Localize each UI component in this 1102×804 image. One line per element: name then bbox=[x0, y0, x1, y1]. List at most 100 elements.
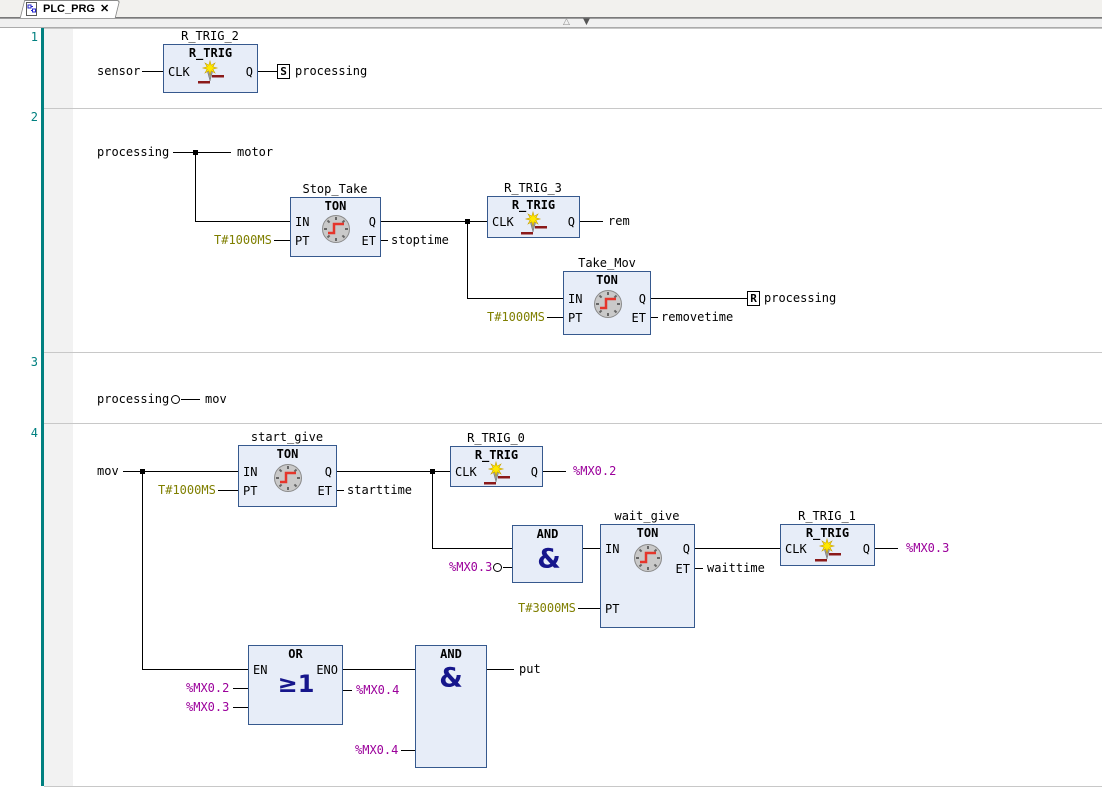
instance-label-start-give[interactable]: start_give bbox=[251, 430, 323, 444]
pou-fbd-icon bbox=[26, 2, 38, 16]
fb-and-1[interactable]: AND & bbox=[512, 525, 583, 583]
wire bbox=[467, 298, 563, 299]
operand-waittime[interactable]: waittime bbox=[707, 560, 765, 576]
operand-stoptime[interactable]: stoptime bbox=[391, 232, 449, 248]
pin-clk: CLK bbox=[492, 214, 514, 230]
wire bbox=[432, 471, 433, 548]
negation-circle[interactable] bbox=[493, 563, 502, 572]
instance-label-r-trig-3[interactable]: R_TRIG_3 bbox=[504, 181, 562, 195]
literal-pt[interactable]: T#1000MS bbox=[158, 482, 216, 498]
operand-sensor[interactable]: sensor bbox=[97, 63, 140, 79]
literal-pt[interactable]: T#3000MS bbox=[518, 600, 576, 616]
operand-starttime[interactable]: starttime bbox=[347, 482, 412, 498]
wire bbox=[381, 221, 487, 222]
pin-in: IN bbox=[243, 464, 257, 480]
fb-stop-take-ton[interactable]: TON IN PT Q ET bbox=[290, 197, 381, 257]
operand-put[interactable]: put bbox=[519, 661, 541, 677]
negation-circle[interactable] bbox=[171, 395, 180, 404]
operand-processing[interactable]: processing bbox=[97, 391, 169, 407]
network-number-3[interactable]: 3 bbox=[2, 355, 38, 369]
instance-label-r-trig-2[interactable]: R_TRIG_2 bbox=[181, 29, 239, 43]
operand-processing[interactable]: processing bbox=[764, 290, 836, 306]
wire bbox=[142, 669, 248, 670]
timer-clock-icon bbox=[270, 460, 306, 496]
pin-en: EN bbox=[253, 662, 267, 678]
wire bbox=[695, 568, 703, 569]
wire bbox=[651, 298, 747, 299]
pin-pt: PT bbox=[568, 310, 582, 326]
operand-mx0-3[interactable]: %MX0.3 bbox=[906, 540, 949, 556]
instance-label-r-trig-0[interactable]: R_TRIG_0 bbox=[467, 431, 525, 445]
instance-label-r-trig-1[interactable]: R_TRIG_1 bbox=[798, 509, 856, 523]
fb-start-give-ton[interactable]: TON IN PT Q ET bbox=[238, 445, 337, 507]
literal-pt[interactable]: T#1000MS bbox=[487, 309, 545, 325]
fb-r-trig-1[interactable]: R_TRIG CLK Q bbox=[780, 524, 875, 566]
fb-r-trig-3[interactable]: R_TRIG CLK Q bbox=[487, 196, 580, 238]
wire bbox=[651, 317, 658, 318]
reset-coil[interactable]: R bbox=[747, 291, 760, 306]
operand-mov[interactable]: mov bbox=[97, 463, 119, 479]
operand-mov[interactable]: mov bbox=[205, 391, 227, 407]
fb-take-mov-ton[interactable]: TON IN PT Q ET bbox=[563, 271, 651, 335]
tab-bar: PLC_PRG ✕ bbox=[0, 0, 1102, 18]
wire bbox=[401, 750, 415, 751]
fb-type-label: R_TRIG bbox=[488, 198, 579, 212]
fb-r-trig-2[interactable]: R_TRIG CLK Q bbox=[163, 44, 258, 93]
fb-r-trig-0[interactable]: R_TRIG CLK Q bbox=[450, 446, 543, 487]
set-coil[interactable]: S bbox=[277, 64, 290, 79]
wire bbox=[432, 548, 512, 549]
network-number-1[interactable]: 1 bbox=[2, 30, 38, 44]
fb-and-2[interactable]: AND & bbox=[415, 645, 487, 768]
network-separator bbox=[44, 786, 1102, 787]
network-number-4[interactable]: 4 bbox=[2, 426, 38, 440]
pin-in: IN bbox=[295, 214, 309, 230]
network-number-2[interactable]: 2 bbox=[2, 110, 38, 124]
pin-clk: CLK bbox=[785, 541, 807, 557]
fbd-editor: PLC_PRG ✕ △ ▼ 1 2 3 4 R_TRIG_2 sensor R_… bbox=[0, 0, 1102, 804]
timer-clock-icon bbox=[630, 540, 666, 576]
operand-mx0-4[interactable]: %MX0.4 bbox=[356, 682, 399, 698]
splitter-up-icon[interactable]: △ bbox=[563, 16, 570, 28]
timer-clock-icon bbox=[318, 211, 354, 247]
literal-pt[interactable]: T#1000MS bbox=[214, 232, 272, 248]
fb-type-label: R_TRIG bbox=[164, 46, 257, 60]
rising-edge-spark-icon bbox=[815, 538, 841, 564]
operand-mx0-3[interactable]: %MX0.3 bbox=[449, 559, 492, 575]
network-gutter bbox=[44, 28, 73, 786]
operand-rem[interactable]: rem bbox=[608, 213, 630, 229]
operand-mx0-4[interactable]: %MX0.4 bbox=[355, 742, 398, 758]
tab-close-icon[interactable]: ✕ bbox=[100, 2, 109, 15]
splitter-down-icon[interactable]: ▼ bbox=[583, 16, 590, 28]
operand-processing[interactable]: processing bbox=[97, 144, 169, 160]
wire bbox=[258, 71, 277, 72]
wire bbox=[195, 152, 196, 221]
wire bbox=[547, 317, 563, 318]
operand-mx0-2[interactable]: %MX0.2 bbox=[186, 680, 229, 696]
fb-wait-give-ton[interactable]: TON IN PT Q ET bbox=[600, 524, 695, 628]
rising-edge-spark-icon bbox=[521, 211, 547, 237]
pin-q: Q bbox=[568, 214, 575, 230]
pin-eno: ENO bbox=[316, 662, 338, 678]
pin-clk: CLK bbox=[455, 464, 477, 480]
pin-pt: PT bbox=[295, 233, 309, 249]
wire bbox=[343, 690, 352, 691]
operand-mx0-3[interactable]: %MX0.3 bbox=[186, 699, 229, 715]
operand-processing[interactable]: processing bbox=[295, 63, 367, 79]
timer-clock-icon bbox=[590, 286, 626, 322]
rising-edge-spark-icon bbox=[198, 60, 224, 86]
tab-content[interactable]: PLC_PRG ✕ bbox=[26, 1, 109, 16]
instance-label-take-mov[interactable]: Take_Mov bbox=[578, 256, 636, 270]
view-splitter[interactable]: △ ▼ bbox=[0, 18, 1102, 28]
instance-label-stop-take[interactable]: Stop_Take bbox=[302, 182, 367, 196]
pin-et: ET bbox=[632, 310, 646, 326]
instance-label-wait-give[interactable]: wait_give bbox=[614, 509, 679, 523]
pin-q: Q bbox=[246, 64, 253, 80]
pin-et: ET bbox=[318, 483, 332, 499]
operand-removetime[interactable]: removetime bbox=[661, 309, 733, 325]
operand-motor[interactable]: motor bbox=[237, 144, 273, 160]
fb-type-label: AND bbox=[513, 527, 582, 541]
wire bbox=[580, 221, 603, 222]
wire bbox=[142, 71, 163, 72]
fb-or-1[interactable]: OR EN ENO ≥1 bbox=[248, 645, 343, 725]
operand-mx0-2[interactable]: %MX0.2 bbox=[573, 463, 616, 479]
